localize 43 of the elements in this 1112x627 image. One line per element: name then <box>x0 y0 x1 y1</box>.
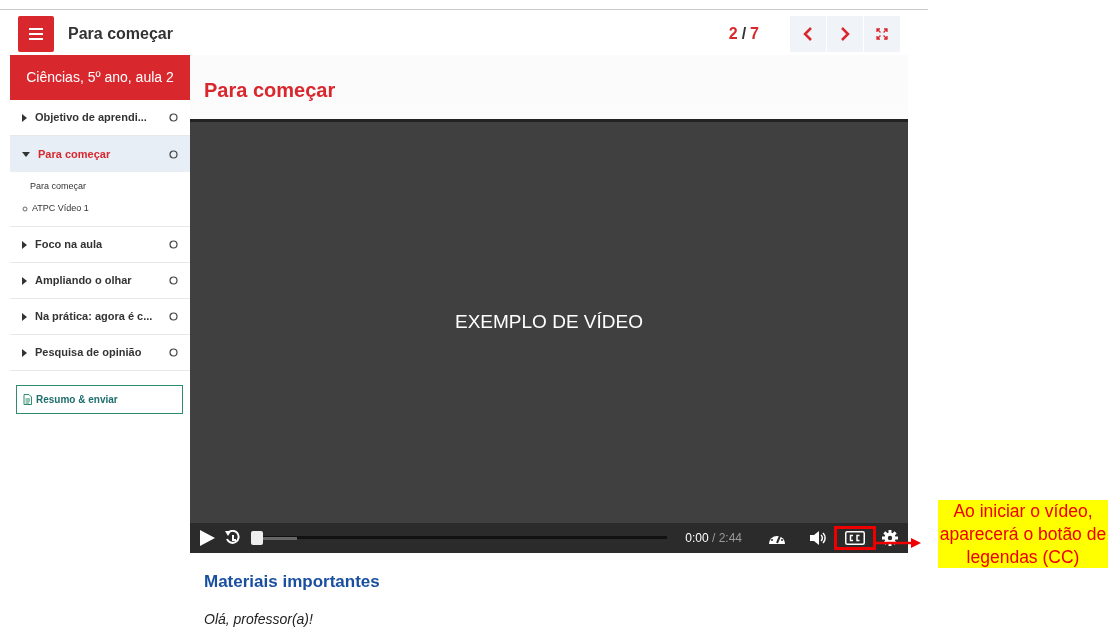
captions-button[interactable] <box>845 531 865 545</box>
page-total: 7 <box>750 23 759 44</box>
rewind-button[interactable] <box>225 530 241 546</box>
sidebar-item[interactable]: Para começar <box>10 136 190 172</box>
fullscreen-button[interactable] <box>864 15 900 52</box>
settings-button[interactable] <box>882 530 898 546</box>
expand-icon <box>876 27 888 40</box>
previous-button[interactable] <box>790 15 826 52</box>
item-label: Pesquisa de opinião <box>35 345 143 361</box>
item-label: Para começar <box>38 146 112 162</box>
play-icon <box>200 530 215 546</box>
video-caption: EXEMPLO DE VÍDEO <box>455 310 643 335</box>
item-label: Ampliando o olhar <box>35 273 133 289</box>
speaker-icon <box>810 531 828 545</box>
sub-item-link[interactable]: Para começar <box>30 180 87 194</box>
annotation-text: Ao iniciar o vídeo, aparecerá o botão de legendas (CC) <box>938 500 1108 569</box>
item-label: Foco na aula <box>35 237 104 253</box>
content-title: Para começar <box>203 78 337 103</box>
gear-icon <box>882 530 898 546</box>
course-title: Ciências, 5º ano, aula 2 <box>10 55 190 100</box>
chevron-right-icon <box>840 25 850 42</box>
item-label: Objetivo de aprendi... <box>35 110 148 126</box>
menu-button[interactable] <box>18 15 54 52</box>
play-button[interactable] <box>200 530 215 546</box>
volume-button[interactable] <box>810 531 828 545</box>
bullet-icon <box>22 206 28 212</box>
total-duration: / 2:44 <box>711 531 742 545</box>
chevron-left-icon <box>803 25 813 42</box>
submit-button[interactable]: Resumo & enviar <box>16 385 183 414</box>
page-title: Para começar <box>68 23 173 44</box>
page-number: 2 <box>728 23 738 44</box>
greeting-text: Olá, professor(a)! <box>203 609 314 627</box>
progress-thumb[interactable] <box>251 531 263 545</box>
rewind-icon <box>225 530 241 546</box>
page-separator: / <box>741 23 747 44</box>
menu-icon <box>29 27 43 40</box>
item-label: Na prática: agora é c... <box>35 309 154 325</box>
elapsed-time: 0:00 <box>685 531 709 545</box>
document-icon <box>23 394 32 405</box>
sub-item-link[interactable]: ATPC Vídeo 1 <box>32 202 89 216</box>
section-heading: Materiais importantes <box>203 571 381 593</box>
cc-icon <box>845 531 865 545</box>
next-button[interactable] <box>827 15 863 52</box>
